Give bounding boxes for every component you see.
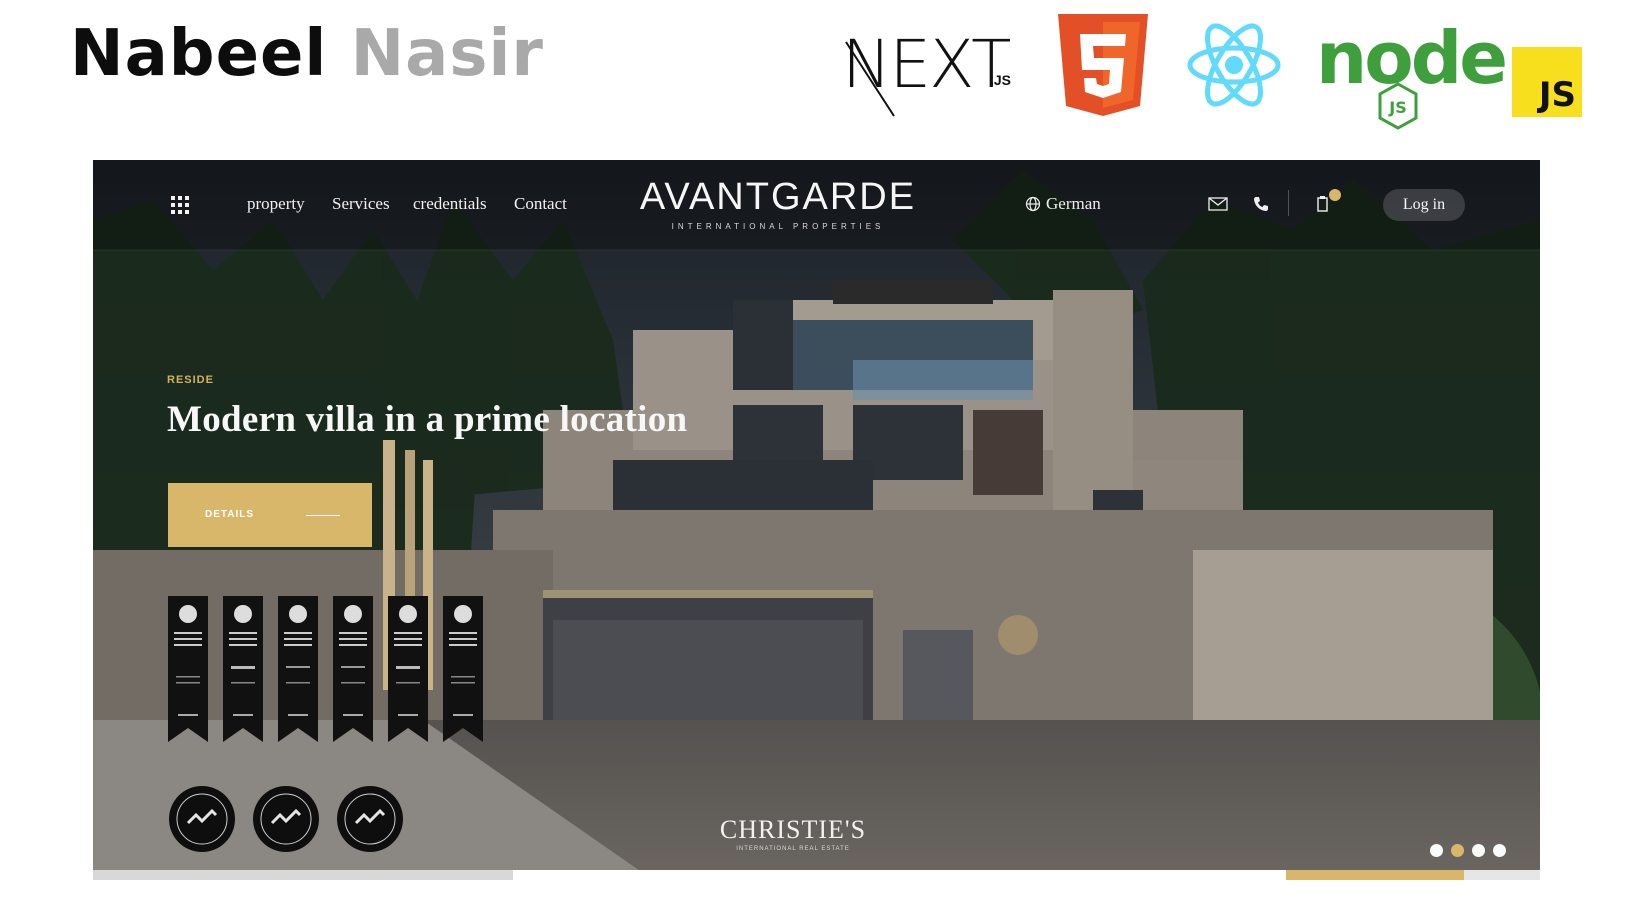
- award-ribbon: [333, 596, 373, 742]
- javascript-logo: JS: [1512, 47, 1582, 117]
- partner-subtitle: INTERNATIONAL REAL ESTATE: [736, 846, 850, 852]
- progress-track-segment: [93, 870, 513, 880]
- award-ribbon: [168, 596, 208, 742]
- award-ribbon: [443, 596, 483, 742]
- nav-link-property[interactable]: property: [247, 194, 305, 214]
- language-selector[interactable]: German: [1025, 194, 1101, 214]
- partner-name: CHRISTIE'S: [719, 815, 867, 844]
- nodejs-logo: node JS: [1316, 18, 1508, 130]
- nextjs-wordmark: NEXT: [842, 26, 1011, 103]
- nodejs-hexagon-icon: JS: [1378, 82, 1418, 130]
- author-name: Nabeel Nasir: [70, 14, 544, 94]
- clipboard-icon[interactable]: [1315, 188, 1343, 214]
- award-ribbon: [388, 596, 428, 742]
- nodejs-badge-text: JS: [1388, 98, 1406, 117]
- author-first-name: Nabeel: [70, 17, 328, 91]
- website-screenshot: property Services credentials Contact AV…: [93, 160, 1540, 880]
- slider-progress-bar: [93, 870, 1540, 880]
- slider-dot-active[interactable]: [1451, 844, 1464, 857]
- award-badge: [169, 786, 235, 852]
- progress-track-segment: [1464, 870, 1540, 880]
- mail-icon[interactable]: [1208, 196, 1228, 212]
- language-label: German: [1046, 194, 1101, 213]
- globe-icon: [1025, 196, 1041, 212]
- award-badge: [253, 786, 319, 852]
- nextjs-suffix: .JS: [990, 72, 1012, 88]
- brand-subtitle: INTERNATIONAL PROPERTIES: [671, 222, 885, 231]
- nav-divider: [1288, 190, 1289, 216]
- nextjs-logo: NEXT .JS: [842, 12, 1022, 120]
- slider-dot[interactable]: [1472, 844, 1485, 857]
- nav-link-credentials[interactable]: credentials: [413, 194, 487, 214]
- slider-dots: [1430, 844, 1506, 857]
- grid-menu-icon[interactable]: [171, 196, 189, 214]
- arrow-line-icon: [306, 515, 340, 516]
- brand-name: AVANTGARDE: [639, 176, 917, 218]
- details-button-label: DETAILS: [205, 509, 255, 520]
- nav-link-contact[interactable]: Contact: [514, 194, 567, 214]
- html5-logo: [1058, 14, 1148, 121]
- login-button[interactable]: Log in: [1383, 189, 1465, 221]
- slider-dot[interactable]: [1430, 844, 1443, 857]
- site-logo[interactable]: AVANTGARDE INTERNATIONAL PROPERTIES: [628, 176, 928, 231]
- react-logo: [1186, 20, 1282, 115]
- phone-icon[interactable]: [1253, 196, 1269, 212]
- html5-shield-icon: [1058, 14, 1148, 116]
- slider-dot[interactable]: [1493, 844, 1506, 857]
- hero-tag: RESIDE: [167, 374, 214, 386]
- details-button[interactable]: DETAILS: [168, 483, 372, 547]
- javascript-wordmark: JS: [1538, 75, 1576, 115]
- award-ribbon: [223, 596, 263, 742]
- nav-link-services[interactable]: Services: [332, 194, 390, 214]
- author-last-name: Nasir: [350, 17, 544, 91]
- react-atom-icon: [1187, 23, 1281, 107]
- site-navbar: property Services credentials Contact AV…: [93, 160, 1540, 250]
- award-ribbon: [278, 596, 318, 742]
- award-badge: [337, 786, 403, 852]
- christies-logo: CHRISTIE'S INTERNATIONAL REAL ESTATE: [643, 815, 943, 852]
- hero-title: Modern villa in a prime location: [167, 399, 688, 440]
- progress-active-segment: [1286, 870, 1464, 880]
